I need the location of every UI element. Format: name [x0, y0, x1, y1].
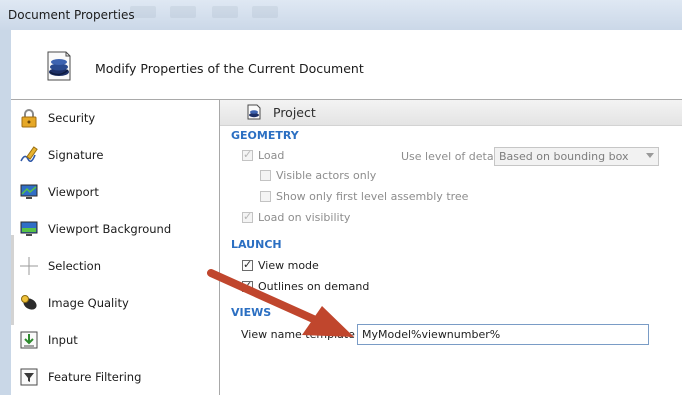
project-icon	[247, 104, 261, 120]
sidebar-item-viewport[interactable]: Viewport	[11, 174, 219, 210]
checkmark-icon: ✓	[243, 279, 253, 292]
sidebar-item-label: Viewport Background	[48, 222, 172, 236]
panel-title: Project	[273, 105, 316, 120]
input-icon	[20, 331, 38, 349]
properties-panel: Project GEOMETRY ✓ Load Use level of det…	[220, 100, 682, 395]
background-blur	[170, 6, 196, 18]
sidebar-item-label: Selection	[48, 259, 101, 273]
window-title: Document Properties	[8, 8, 135, 22]
viewport-background-icon	[20, 221, 38, 236]
crosshair-icon	[20, 257, 38, 275]
sidebar-item-security[interactable]: Security	[11, 100, 219, 136]
sidebar-item-viewport-background[interactable]: Viewport Background	[11, 211, 219, 247]
checkbox-box: ✓	[242, 210, 253, 223]
background-blur	[212, 6, 238, 18]
panel-header: Project	[220, 100, 682, 126]
document-properties-icon	[47, 51, 71, 81]
checkbox-label: Load	[258, 149, 285, 162]
view-name-template-label: View name template	[241, 328, 355, 341]
sidebar-item-label: Input	[48, 333, 78, 347]
section-views-heading: VIEWS	[231, 306, 272, 319]
section-launch-heading: LAUNCH	[231, 238, 282, 251]
checkbox-label: View mode	[258, 259, 319, 272]
viewport-icon	[20, 184, 38, 199]
filter-icon	[20, 368, 38, 386]
checkbox-box	[260, 191, 271, 202]
sidebar-item-label: Viewport	[48, 185, 99, 199]
dialog-header: Modify Properties of the Current Documen…	[11, 30, 682, 100]
section-geometry-heading: GEOMETRY	[231, 129, 299, 142]
lock-icon	[21, 109, 37, 128]
sidebar-item-label: Signature	[48, 148, 104, 162]
checkbox-box	[260, 170, 271, 181]
image-quality-icon	[21, 295, 37, 310]
level-of-detail-label: Use level of detail	[401, 150, 500, 163]
checkmark-icon: ✓	[243, 210, 253, 223]
sidebar-item-label: Image Quality	[48, 296, 129, 310]
checkbox-label: Visible actors only	[276, 169, 377, 182]
checkbox-box: ✓	[242, 258, 253, 271]
checkbox-label: Show only first level assembly tree	[276, 190, 469, 203]
select-value: Based on bounding box	[499, 150, 629, 163]
checkbox-box: ✓	[242, 148, 253, 161]
view-name-template-input[interactable]	[357, 324, 649, 345]
sidebar: Security Signature Viewport Viewport Bac…	[11, 100, 220, 395]
checkmark-icon: ✓	[243, 148, 253, 161]
sidebar-item-input[interactable]: Input	[11, 322, 219, 358]
checkbox-box: ✓	[242, 279, 253, 292]
checkmark-icon: ✓	[243, 258, 253, 271]
background-blur	[252, 6, 278, 18]
sidebar-item-image-quality[interactable]: Image Quality	[11, 285, 219, 321]
signature-icon	[20, 146, 38, 163]
checkbox-label: Outlines on demand	[258, 280, 370, 293]
sidebar-item-signature[interactable]: Signature	[11, 137, 219, 173]
sidebar-item-selection[interactable]: Selection	[11, 248, 219, 284]
chevron-down-icon	[646, 153, 654, 158]
level-of-detail-select[interactable]: Based on bounding box	[494, 147, 659, 166]
window-frame	[0, 30, 11, 395]
window-titlebar[interactable]: Document Properties	[0, 0, 682, 31]
sidebar-item-feature-filtering[interactable]: Feature Filtering	[11, 359, 219, 395]
dialog-header-title: Modify Properties of the Current Documen…	[95, 61, 364, 76]
sidebar-item-label: Feature Filtering	[48, 370, 142, 384]
checkbox-label: Load on visibility	[258, 211, 351, 224]
sidebar-item-label: Security	[48, 111, 96, 125]
